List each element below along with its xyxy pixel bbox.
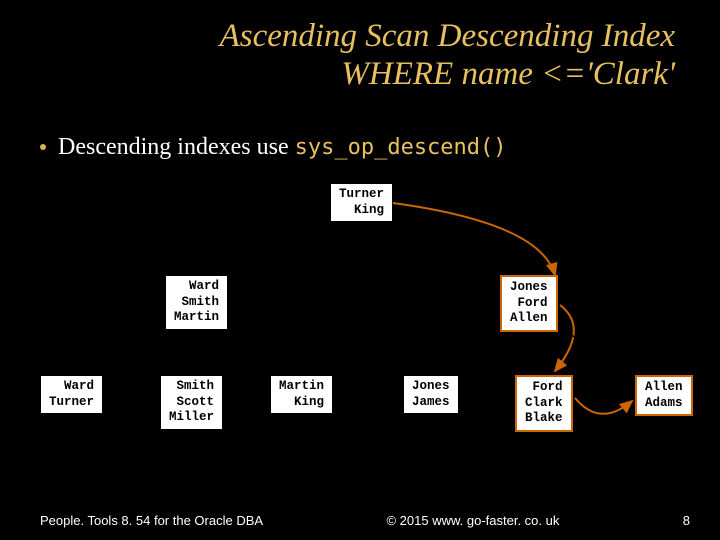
node-leaf-3: Martin King: [270, 375, 333, 414]
footer-center: © 2015 www. go-faster. co. uk: [386, 513, 559, 528]
node-leaf-6: Allen Adams: [635, 375, 693, 416]
slide: Ascending Scan Descending Index WHERE na…: [0, 0, 720, 540]
footer-page-number: 8: [683, 513, 690, 528]
bullet-icon: [40, 144, 46, 150]
node-leaf-4: Jones James: [403, 375, 459, 414]
bullet-prefix: Descending indexes use: [58, 134, 295, 160]
bullet-text: Descending indexes use sys_op_descend(): [58, 134, 507, 161]
bullet-item: Descending indexes use sys_op_descend(): [0, 94, 720, 161]
slide-title: Ascending Scan Descending Index WHERE na…: [0, 0, 720, 94]
node-root: Turner King: [330, 183, 393, 222]
node-leaf-5: Ford Clark Blake: [515, 375, 573, 432]
node-leaf-1: Ward Turner: [40, 375, 103, 414]
slide-footer: People. Tools 8. 54 for the Oracle DBA ©…: [0, 513, 720, 528]
btree-diagram: Turner King Ward Smith Martin Jones Ford…: [0, 183, 720, 433]
title-line-1: Ascending Scan Descending Index: [220, 18, 675, 54]
footer-left: People. Tools 8. 54 for the Oracle DBA: [40, 513, 263, 528]
bullet-code: sys_op_descend(): [295, 135, 507, 160]
title-line-2: WHERE name <='Clark': [341, 56, 675, 92]
node-mid-right: Jones Ford Allen: [500, 275, 558, 332]
node-mid-left: Ward Smith Martin: [165, 275, 228, 330]
node-leaf-2: Smith Scott Miller: [160, 375, 223, 430]
